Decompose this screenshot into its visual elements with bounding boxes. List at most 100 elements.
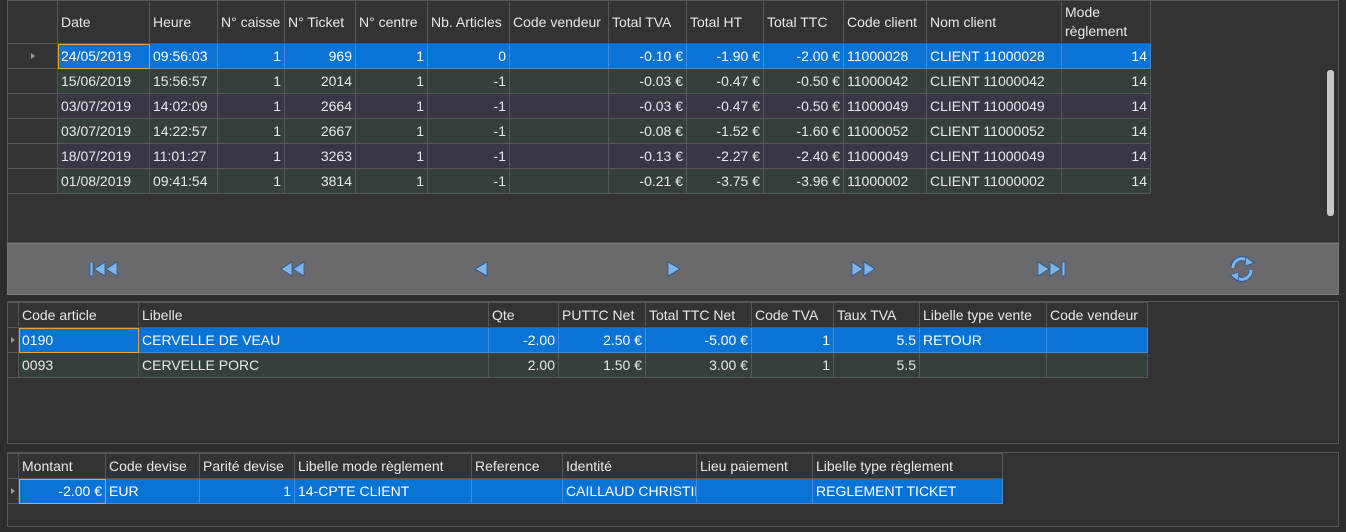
cell-code-vendeur[interactable]: [1046, 352, 1148, 378]
cell-num-centre[interactable]: 1: [355, 43, 428, 69]
col-header-code-client[interactable]: Code client: [843, 0, 927, 44]
cell-date[interactable]: 01/08/2019: [57, 168, 150, 194]
cell-heure[interactable]: 09:56:03: [149, 43, 218, 69]
cell-date[interactable]: 15/06/2019: [57, 68, 150, 94]
col-header-code-devise[interactable]: Code devise: [105, 453, 200, 479]
cell-total-ht[interactable]: -3.75 €: [686, 168, 764, 194]
cell-libelle-mode-reglement[interactable]: 14-CPTE CLIENT: [294, 478, 472, 504]
cell-total-ht[interactable]: -1.52 €: [686, 118, 764, 144]
col-header-montant[interactable]: Montant: [18, 453, 106, 479]
cell-heure[interactable]: 14:02:09: [149, 93, 218, 119]
cell-total-tva[interactable]: -0.03 €: [608, 68, 687, 94]
cell-taux-tva[interactable]: 5.5: [833, 327, 920, 353]
cell-mode-reglement[interactable]: 14: [1061, 168, 1151, 194]
cell-libelle[interactable]: CERVELLE DE VEAU: [138, 327, 489, 353]
col-header-code-tva[interactable]: Code TVA: [751, 302, 834, 328]
col-header-code-vendeur[interactable]: Code vendeur: [1046, 302, 1148, 328]
cell-total-ttc-net[interactable]: -5.00 €: [645, 327, 752, 353]
cell-nb-articles[interactable]: -1: [427, 168, 510, 194]
cell-total-ttc[interactable]: -3.96 €: [763, 168, 844, 194]
cell-nom-client[interactable]: CLIENT 11000052: [926, 118, 1062, 144]
cell-num-ticket[interactable]: 3263: [284, 143, 356, 169]
cell-code-vendeur[interactable]: [509, 118, 609, 144]
cell-taux-tva[interactable]: 5.5: [833, 352, 920, 378]
cell-num-caisse[interactable]: 1: [217, 118, 285, 144]
cell-nom-client[interactable]: CLIENT 11000028: [926, 43, 1062, 69]
cell-code-vendeur[interactable]: [509, 68, 609, 94]
cell-date[interactable]: 18/07/2019: [57, 143, 150, 169]
cell-num-ticket[interactable]: 2014: [284, 68, 356, 94]
col-header-date[interactable]: Date: [57, 0, 150, 44]
col-header-total-ttc[interactable]: Total TTC: [763, 0, 844, 44]
cell-qte[interactable]: 2.00: [488, 352, 559, 378]
cell-total-ttc[interactable]: -0.50 €: [763, 68, 844, 94]
cell-nom-client[interactable]: CLIENT 11000002: [926, 168, 1062, 194]
cell-nb-articles[interactable]: -1: [427, 143, 510, 169]
previous-record-button[interactable]: [463, 256, 499, 282]
cell-total-tva[interactable]: -0.03 €: [608, 93, 687, 119]
cell-total-ht[interactable]: -2.27 €: [686, 143, 764, 169]
col-header-libelle-type-vente[interactable]: Libelle type vente: [919, 302, 1047, 328]
cell-heure[interactable]: 15:56:57: [149, 68, 218, 94]
table-row[interactable]: 03/07/2019 14:22:57 1 2667 1 -1 -0.08 € …: [7, 118, 1151, 144]
col-header-taux-tva[interactable]: Taux TVA: [833, 302, 920, 328]
cell-code-client[interactable]: 11000042: [843, 68, 927, 94]
previous-page-button[interactable]: [274, 256, 310, 282]
cell-num-ticket[interactable]: 2667: [284, 118, 356, 144]
cell-code-tva[interactable]: 1: [751, 327, 834, 353]
last-record-button[interactable]: [1033, 256, 1069, 282]
cell-total-tva[interactable]: -0.21 €: [608, 168, 687, 194]
cell-code-client[interactable]: 11000028: [843, 43, 927, 69]
col-header-heure[interactable]: Heure: [149, 0, 218, 44]
cell-puttc-net[interactable]: 2.50 €: [558, 327, 646, 353]
col-header-libelle[interactable]: Libelle: [138, 302, 489, 328]
col-header-num-caisse[interactable]: N° caisse: [217, 0, 285, 44]
cell-num-ticket[interactable]: 2664: [284, 93, 356, 119]
cell-puttc-net[interactable]: 1.50 €: [558, 352, 646, 378]
cell-code-article[interactable]: 0190: [18, 327, 139, 353]
cell-nb-articles[interactable]: -1: [427, 68, 510, 94]
col-header-code-vendeur[interactable]: Code vendeur: [509, 0, 609, 44]
cell-lieu-paiement[interactable]: [696, 478, 813, 504]
col-header-qte[interactable]: Qte: [488, 302, 559, 328]
cell-code-client[interactable]: 11000052: [843, 118, 927, 144]
col-header-total-ttc-net[interactable]: Total TTC Net: [645, 302, 752, 328]
cell-total-ttc[interactable]: -1.60 €: [763, 118, 844, 144]
tickets-vertical-scrollbar[interactable]: [1327, 70, 1334, 216]
cell-num-ticket[interactable]: 969: [284, 43, 356, 69]
col-header-nb-articles[interactable]: Nb. Articles: [427, 0, 510, 44]
first-record-button[interactable]: [86, 256, 122, 282]
table-row[interactable]: 18/07/2019 11:01:27 1 3263 1 -1 -0.13 € …: [7, 143, 1151, 169]
next-page-button[interactable]: [846, 256, 882, 282]
cell-code-vendeur[interactable]: [509, 143, 609, 169]
cell-heure[interactable]: 09:41:54: [149, 168, 218, 194]
col-header-total-tva[interactable]: Total TVA: [608, 0, 687, 44]
cell-date[interactable]: 03/07/2019: [57, 118, 150, 144]
cell-code-client[interactable]: 11000002: [843, 168, 927, 194]
cell-total-ttc[interactable]: -0.50 €: [763, 93, 844, 119]
col-header-code-article[interactable]: Code article: [18, 302, 139, 328]
cell-code-vendeur[interactable]: [509, 43, 609, 69]
cell-parite-devise[interactable]: 1: [199, 478, 295, 504]
cell-total-ht[interactable]: -0.47 €: [686, 93, 764, 119]
cell-code-tva[interactable]: 1: [751, 352, 834, 378]
cell-nb-articles[interactable]: -1: [427, 93, 510, 119]
cell-heure[interactable]: 11:01:27: [149, 143, 218, 169]
cell-qte[interactable]: -2.00: [488, 327, 559, 353]
cell-libelle-type-reglement[interactable]: REGLEMENT TICKET: [812, 478, 1003, 504]
cell-num-ticket[interactable]: 3814: [284, 168, 356, 194]
cell-nom-client[interactable]: CLIENT 11000049: [926, 93, 1062, 119]
col-header-num-centre[interactable]: N° centre: [355, 0, 428, 44]
col-header-total-ht[interactable]: Total HT: [686, 0, 764, 44]
cell-total-ttc[interactable]: -2.00 €: [763, 43, 844, 69]
cell-total-tva[interactable]: -0.10 €: [608, 43, 687, 69]
cell-num-centre[interactable]: 1: [355, 118, 428, 144]
refresh-button[interactable]: [1224, 254, 1260, 284]
cell-num-centre[interactable]: 1: [355, 93, 428, 119]
table-row[interactable]: -2.00 € EUR 1 14-CPTE CLIENT CAILLAUD CH…: [7, 478, 1003, 504]
col-header-parite-devise[interactable]: Parité devise: [199, 453, 295, 479]
cell-num-caisse[interactable]: 1: [217, 68, 285, 94]
cell-total-ttc-net[interactable]: 3.00 €: [645, 352, 752, 378]
cell-num-caisse[interactable]: 1: [217, 143, 285, 169]
cell-nom-client[interactable]: CLIENT 11000049: [926, 143, 1062, 169]
